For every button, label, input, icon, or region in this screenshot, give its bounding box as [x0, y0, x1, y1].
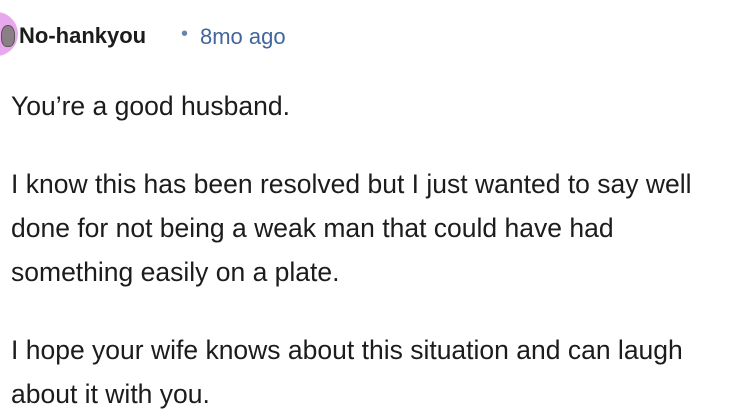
comment-paragraph: I know this has been resolved but I just… — [11, 169, 692, 287]
comment-paragraph: I hope your wife knows about this situat… — [11, 335, 683, 409]
avatar-icon — [1, 25, 15, 47]
comment-timestamp[interactable]: 8mo ago — [200, 24, 286, 50]
comment-paragraph: You’re a good husband. — [11, 91, 290, 121]
meta-separator: • — [181, 23, 189, 45]
user-avatar[interactable] — [0, 12, 18, 56]
comment-author[interactable]: No-hankyou — [19, 23, 146, 49]
comment-body: You’re a good husband. I know this has b… — [11, 84, 736, 416]
